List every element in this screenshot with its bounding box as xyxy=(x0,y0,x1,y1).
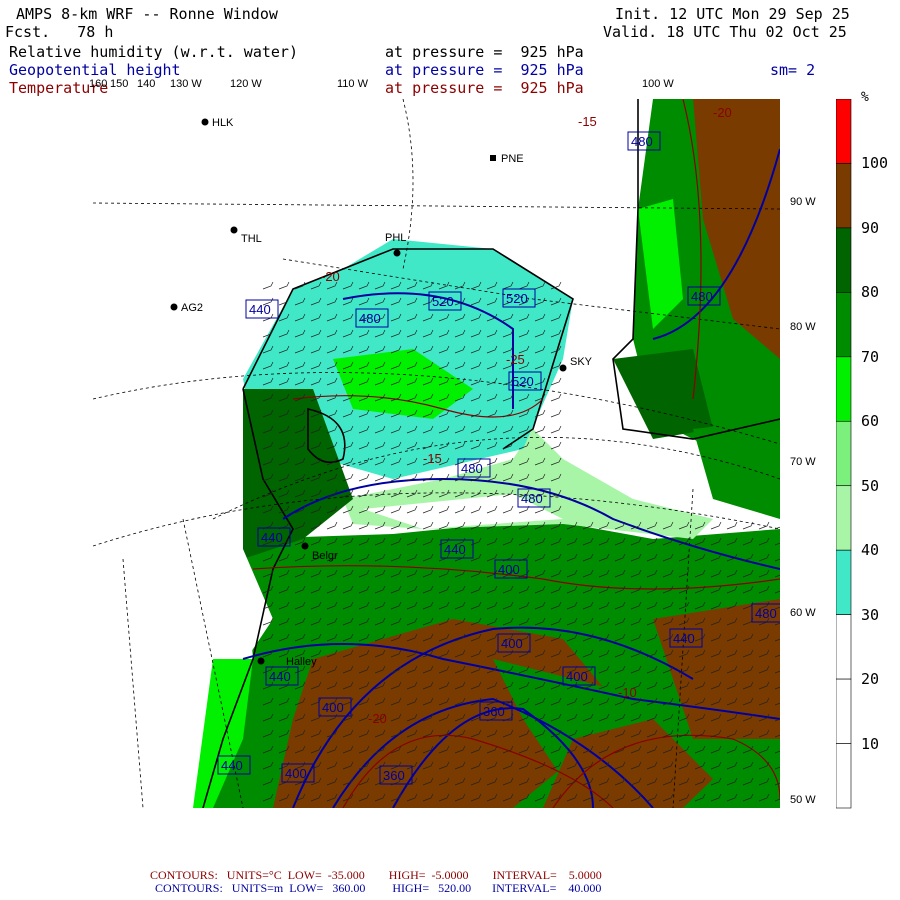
colorbar-bin xyxy=(836,227,852,293)
height-contour-label: 440 xyxy=(673,631,695,646)
station-label: PHL xyxy=(385,232,406,244)
height-contour-label: 400 xyxy=(498,562,520,577)
height-contour-label: 360 xyxy=(383,768,405,783)
colorbar-bin xyxy=(836,163,852,229)
temp-contour-label: -15 xyxy=(578,114,597,129)
colorbar-bin xyxy=(836,99,852,164)
colorbar-bin xyxy=(836,743,852,809)
colorbar xyxy=(836,99,852,809)
colorbar-label: 70 xyxy=(861,347,880,366)
height-contour-label: 520 xyxy=(512,374,534,389)
lon-label: 160 xyxy=(89,78,108,90)
height-contour-label: 400 xyxy=(501,636,523,651)
station-label: SKY xyxy=(570,356,593,368)
temp-contour-label: -20 xyxy=(713,105,732,120)
colorbar-bin xyxy=(836,485,852,551)
lat-label: 60 W xyxy=(790,607,816,619)
height-contour-label: 520 xyxy=(432,294,454,309)
field-rh-level: at pressure = 925 hPa xyxy=(385,43,584,61)
height-contour-label: 480 xyxy=(631,134,653,149)
height-contour-info: CONTOURS: UNITS=m LOW= 360.00 HIGH= 520.… xyxy=(155,881,602,895)
field-height: Geopotential height xyxy=(9,61,181,79)
lon-label: 120 W xyxy=(230,78,262,90)
lon-label: 100 W xyxy=(642,78,674,90)
lon-label: 150 xyxy=(110,78,129,90)
valid-time: Valid. 18 UTC Thu 02 Oct 25 xyxy=(603,23,847,41)
height-contour-label: 440 xyxy=(261,530,283,545)
height-contour-label: 440 xyxy=(444,542,466,557)
temp-contour-label: -20 xyxy=(321,269,340,284)
station-label: PNE xyxy=(501,153,524,165)
smoothing: sm= 2 xyxy=(770,61,816,79)
colorbar-label: 90 xyxy=(861,218,880,237)
lon-label: 130 W xyxy=(170,78,202,90)
colorbar-label: 10 xyxy=(861,734,880,753)
title: AMPS 8-km WRF -- Ronne Window xyxy=(16,5,278,23)
colorbar-bin xyxy=(836,549,852,615)
colorbar-label: 60 xyxy=(861,412,880,431)
height-contour-label: 520 xyxy=(506,291,528,306)
height-contour-label: 480 xyxy=(691,289,713,304)
colorbar-label: 30 xyxy=(861,605,880,624)
height-contour-label: 480 xyxy=(521,491,543,506)
field-height-level: at pressure = 925 hPa xyxy=(385,61,584,79)
colorbar-label: 20 xyxy=(861,670,880,689)
height-contour-label: 440 xyxy=(221,758,243,773)
height-contour-label: 480 xyxy=(755,606,777,621)
field-temp-level: at pressure = 925 hPa xyxy=(385,79,584,97)
init-time: Init. 12 UTC Mon 29 Sep 25 xyxy=(615,5,850,23)
station-label: Belgr xyxy=(312,550,338,562)
temp-contour-label: -25 xyxy=(506,352,525,367)
temp-contour-label: -15 xyxy=(423,451,442,466)
colorbar-bin xyxy=(836,678,852,744)
height-contour-label: 400 xyxy=(322,700,344,715)
height-contour-label: 440 xyxy=(269,669,291,684)
lat-label: 80 W xyxy=(790,321,816,333)
height-contour-label: 400 xyxy=(566,669,588,684)
lon-label: 110 W xyxy=(337,78,368,90)
station-label: THL xyxy=(241,233,262,245)
colorbar-bin xyxy=(836,356,852,422)
temp-contour-label: -20 xyxy=(368,711,387,726)
height-contour-label: 480 xyxy=(461,461,483,476)
colorbar-bin xyxy=(836,292,852,358)
station-label: HLK xyxy=(212,117,234,129)
station-label: AG2 xyxy=(181,302,203,314)
height-contour-label: 360 xyxy=(483,704,505,719)
colorbar-label: 80 xyxy=(861,283,880,302)
height-contour-label: 480 xyxy=(359,311,381,326)
colorbar-label: 100 xyxy=(861,154,889,173)
temp-contour-label: -10 xyxy=(618,685,637,700)
colorbar-label: 50 xyxy=(861,476,880,495)
colorbar-unit: % xyxy=(861,90,869,105)
height-contour-label: 440 xyxy=(249,302,271,317)
lat-label: 70 W xyxy=(790,456,816,468)
colorbar-bin xyxy=(836,420,852,487)
lat-label: 90 W xyxy=(790,196,816,208)
station-label: Halley xyxy=(286,656,317,668)
field-rh: Relative humidity (w.r.t. water) xyxy=(9,43,298,61)
forecast-hour: Fcst. 78 h xyxy=(5,23,114,41)
colorbar-label: 40 xyxy=(861,541,880,560)
map-plot: HLK PNE THL PHL AG2 SKY Belgr Halley 480… xyxy=(93,99,780,808)
colorbar-bin xyxy=(836,614,852,680)
lon-label: 140 xyxy=(137,78,156,90)
lat-label: 50 W xyxy=(790,794,816,806)
height-contour-label: 400 xyxy=(285,766,307,781)
